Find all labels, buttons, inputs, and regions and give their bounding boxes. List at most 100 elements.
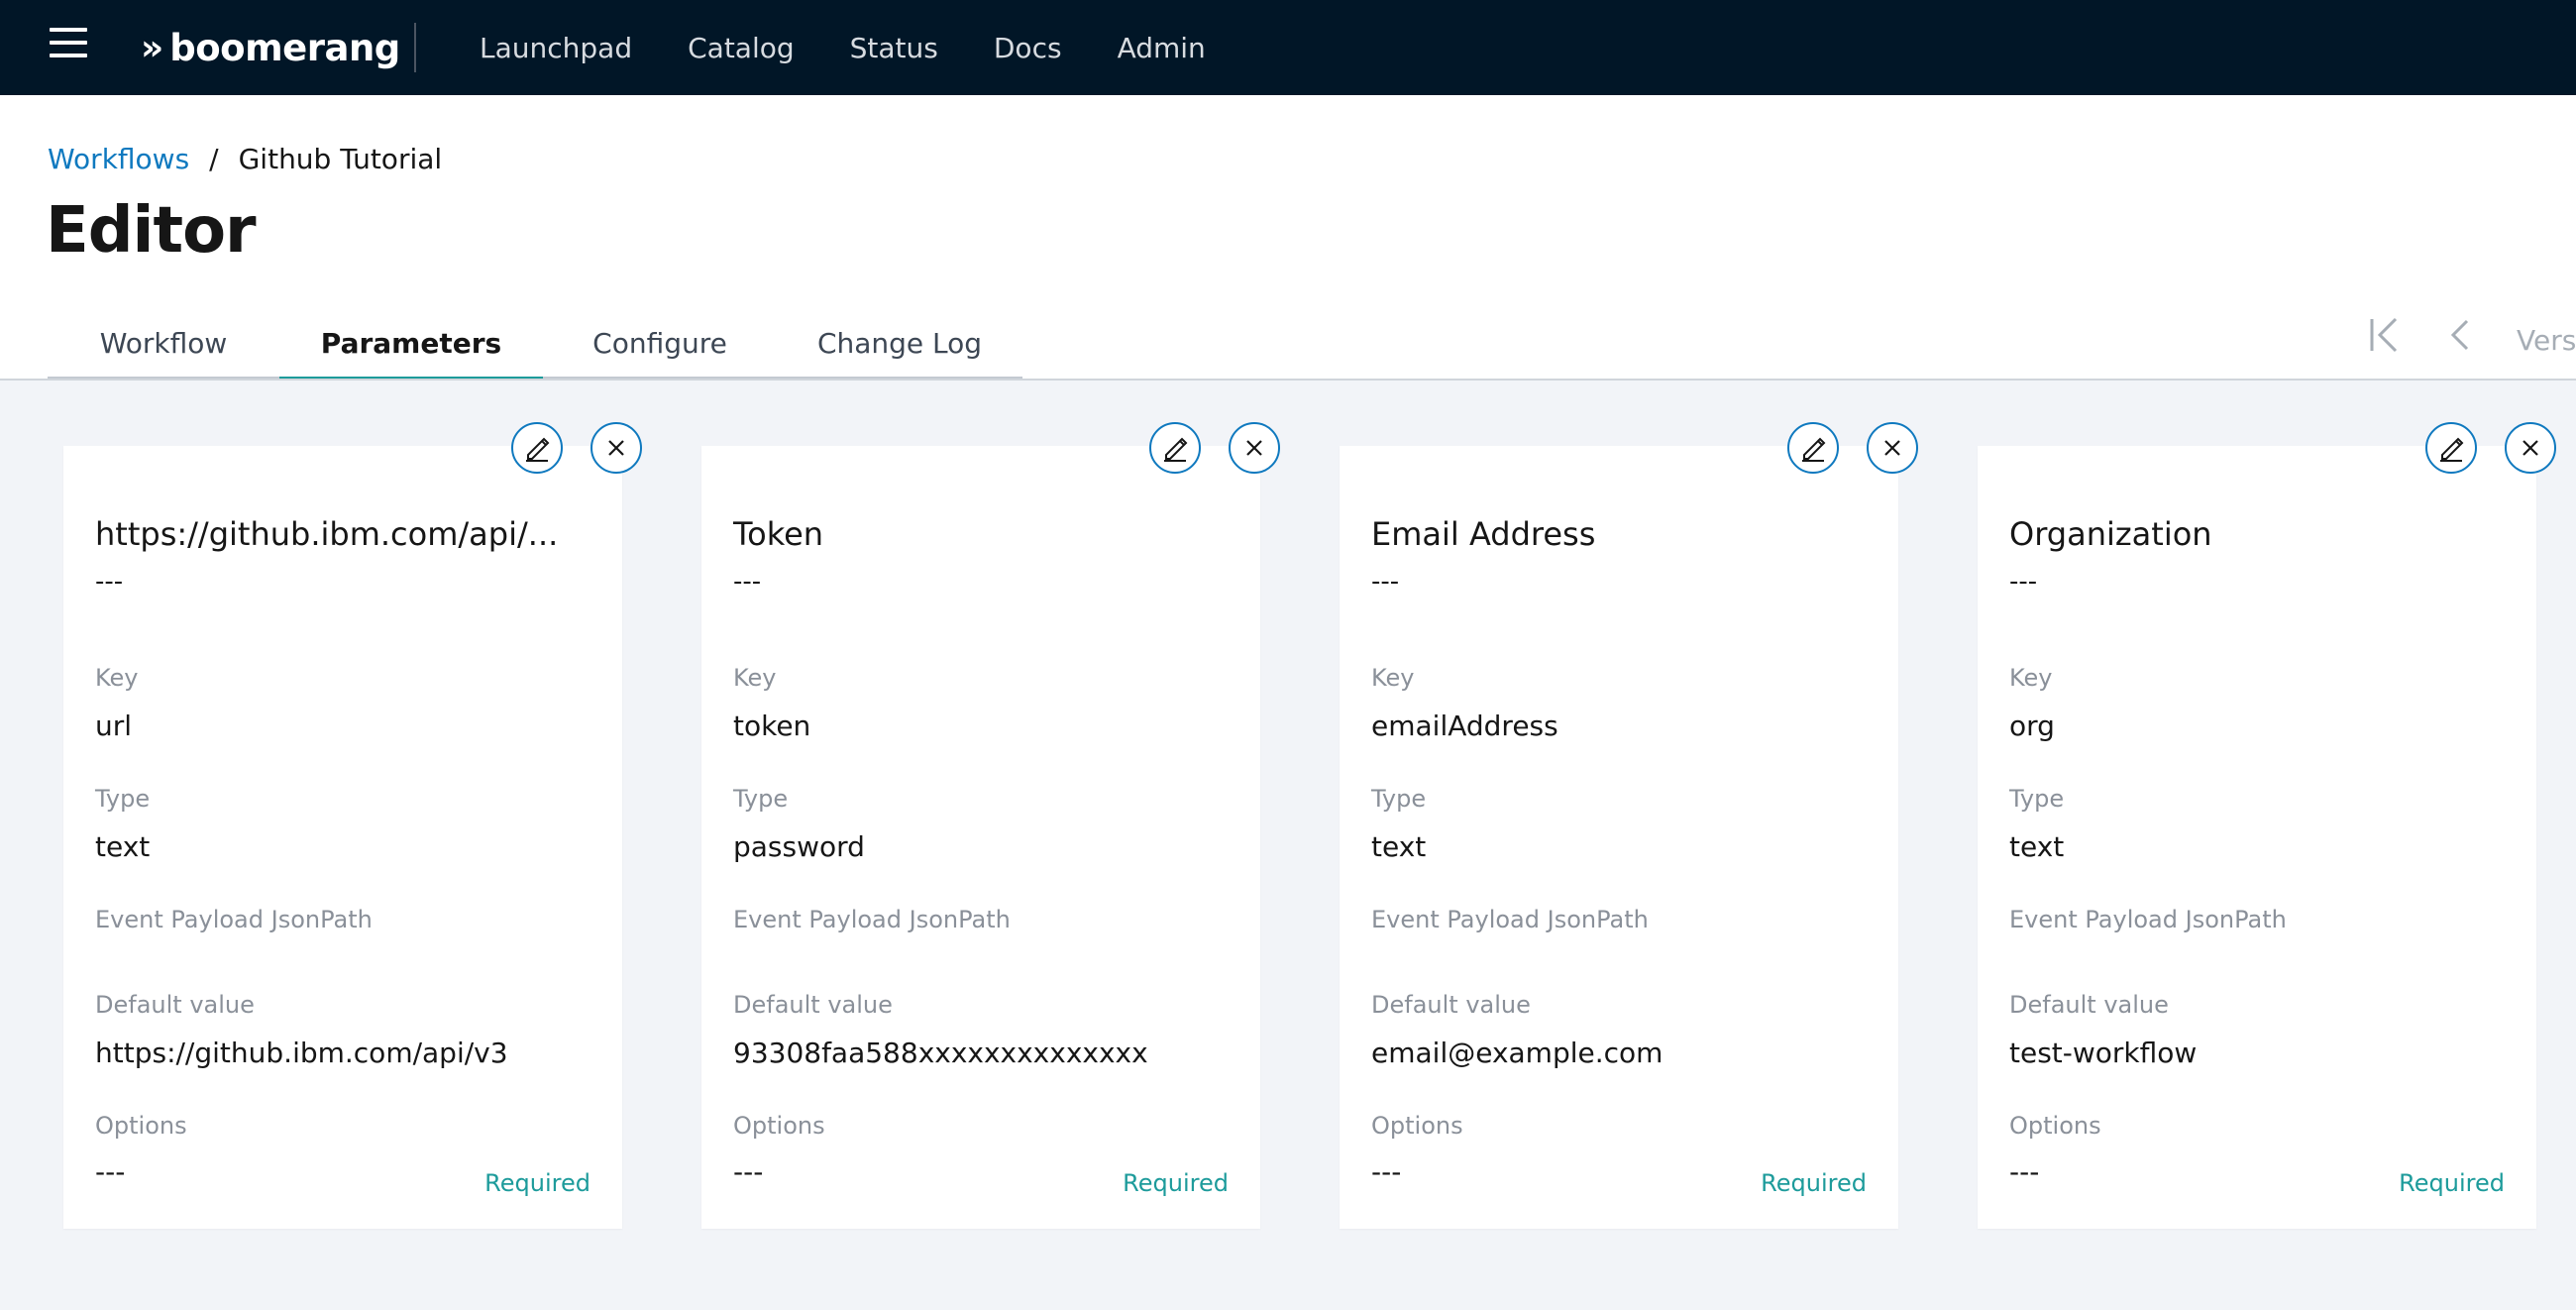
parameter-description: --- <box>733 567 762 597</box>
breadcrumb: Workflows / Github Tutorial <box>48 143 442 175</box>
card-actions <box>1149 422 1284 474</box>
type-value: text <box>95 830 151 863</box>
card-actions <box>511 422 646 474</box>
tab-workflow[interactable]: Workflow <box>48 309 279 381</box>
header-rule <box>0 379 2576 381</box>
pencil-icon <box>1802 437 1826 462</box>
edit-parameter-button[interactable] <box>511 422 563 474</box>
nav-admin[interactable]: Admin <box>1118 32 1206 64</box>
tab-change-log[interactable]: Change Log <box>777 309 1022 381</box>
default-value: email@example.com <box>1371 1037 1664 1069</box>
options-label: Options <box>95 1112 187 1140</box>
edit-parameter-button[interactable] <box>1149 422 1201 474</box>
type-value: text <box>1371 830 1427 863</box>
key-label: Key <box>2009 664 2053 692</box>
delete-parameter-button[interactable] <box>1867 422 1918 474</box>
nav-catalog[interactable]: Catalog <box>688 32 795 64</box>
options-value: --- <box>95 1155 126 1188</box>
default-value: https://github.ibm.com/api/v3 <box>95 1037 508 1069</box>
edit-parameter-button[interactable] <box>2425 422 2477 474</box>
pencil-icon <box>1164 437 1188 462</box>
parameter-card: https://github.ibm.com/api/... --- Key u… <box>63 422 642 1229</box>
pencil-icon <box>526 437 550 462</box>
parameter-description: --- <box>95 567 124 597</box>
menu-icon[interactable] <box>50 28 87 65</box>
type-value: password <box>733 830 865 863</box>
pencil-icon <box>2440 437 2464 462</box>
close-icon <box>1884 440 1900 456</box>
key-value: url <box>95 710 133 742</box>
parameter-description: --- <box>1371 567 1400 597</box>
page-title: Editor <box>46 194 257 268</box>
nav-status[interactable]: Status <box>850 32 938 64</box>
close-icon <box>1246 440 1262 456</box>
delete-parameter-button[interactable] <box>590 422 642 474</box>
options-label: Options <box>2009 1112 2101 1140</box>
type-label: Type <box>95 785 151 813</box>
parameter-title: Email Address <box>1371 515 1596 553</box>
default-label: Default value <box>95 991 255 1019</box>
card-actions <box>1787 422 1922 474</box>
type-label: Type <box>733 785 789 813</box>
required-badge: Required <box>2399 1169 2505 1197</box>
default-label: Default value <box>733 991 893 1019</box>
key-label: Key <box>95 664 139 692</box>
type-value: text <box>2009 830 2065 863</box>
default-value: test-workflow <box>2009 1037 2198 1069</box>
card-actions <box>2425 422 2560 474</box>
tab-parameters[interactable]: Parameters <box>279 309 543 381</box>
jsonpath-label: Event Payload JsonPath <box>2009 906 2287 933</box>
close-icon <box>608 440 624 456</box>
key-label: Key <box>733 664 777 692</box>
brand-logo[interactable]: » boomerang <box>141 22 400 73</box>
delete-parameter-button[interactable] <box>2505 422 2556 474</box>
breadcrumb-separator: / <box>209 143 219 175</box>
jsonpath-label: Event Payload JsonPath <box>95 906 373 933</box>
version-label: Versi <box>2517 323 2576 357</box>
type-label: Type <box>2009 785 2065 813</box>
parameter-card: Email Address --- Key emailAddress Type … <box>1340 422 1918 1229</box>
key-label: Key <box>1371 664 1415 692</box>
jsonpath-label: Event Payload JsonPath <box>1371 906 1649 933</box>
default-label: Default value <box>1371 991 1531 1019</box>
default-value: 93308faa588xxxxxxxxxxxxxx <box>733 1037 1148 1069</box>
version-navigation: Versi <box>2368 305 2576 375</box>
top-header: » boomerang Launchpad Catalog Status Doc… <box>0 0 2576 95</box>
close-icon <box>2522 440 2538 456</box>
options-value: --- <box>1371 1155 1402 1188</box>
previous-version-icon[interactable] <box>2447 315 2471 365</box>
key-value: emailAddress <box>1371 710 1558 742</box>
first-version-icon[interactable] <box>2368 315 2402 365</box>
options-label: Options <box>733 1112 825 1140</box>
parameter-title: Organization <box>2009 515 2212 553</box>
breadcrumb-current: Github Tutorial <box>238 143 443 175</box>
delete-parameter-button[interactable] <box>1229 422 1280 474</box>
parameter-card: Token --- Key token Type password Event … <box>701 422 1280 1229</box>
required-badge: Required <box>1123 1169 1229 1197</box>
parameter-card: Organization --- Key org Type text Event… <box>1978 422 2556 1229</box>
jsonpath-label: Event Payload JsonPath <box>733 906 1011 933</box>
default-label: Default value <box>2009 991 2169 1019</box>
options-value: --- <box>2009 1155 2040 1188</box>
top-nav: Launchpad Catalog Status Docs Admin <box>480 0 1261 95</box>
options-value: --- <box>733 1155 764 1188</box>
type-label: Type <box>1371 785 1427 813</box>
key-value: token <box>733 710 811 742</box>
parameter-title: Token <box>733 515 824 553</box>
boomerang-logo-icon: » <box>141 27 163 68</box>
edit-parameter-button[interactable] <box>1787 422 1839 474</box>
nav-launchpad[interactable]: Launchpad <box>480 32 632 64</box>
editor-tabs: Workflow Parameters Configure Change Log <box>48 309 1022 381</box>
options-label: Options <box>1371 1112 1463 1140</box>
brand-name: boomerang <box>169 26 400 69</box>
required-badge: Required <box>484 1169 590 1197</box>
page-header: Workflows / Github Tutorial Editor Workf… <box>0 95 2576 381</box>
tab-configure[interactable]: Configure <box>543 309 777 381</box>
key-value: org <box>2009 710 2055 742</box>
parameter-description: --- <box>2009 567 2038 597</box>
nav-docs[interactable]: Docs <box>994 32 1062 64</box>
required-badge: Required <box>1761 1169 1867 1197</box>
header-divider <box>414 23 416 72</box>
parameter-title: https://github.ibm.com/api/... <box>95 515 559 553</box>
breadcrumb-workflows-link[interactable]: Workflows <box>48 143 189 175</box>
